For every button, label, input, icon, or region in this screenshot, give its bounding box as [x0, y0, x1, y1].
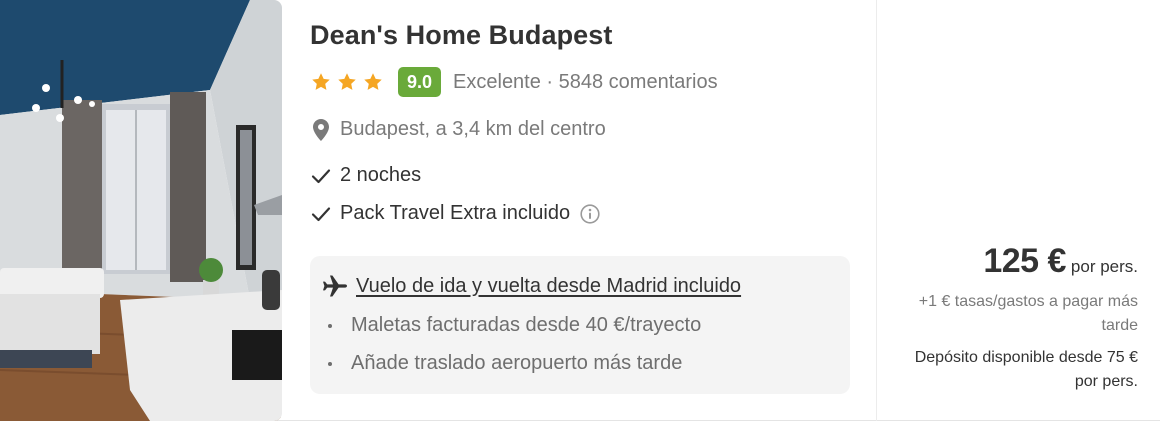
star-icon — [338, 73, 356, 90]
feature-label: 2 noches — [340, 164, 422, 186]
hotel-photo[interactable] — [0, 0, 282, 421]
bullet-dot — [328, 323, 332, 328]
hotel-info: Dean's Home Budapest 9.0 Excelente · 584… — [310, 0, 870, 421]
location-text: Budapest, a 3,4 km del centro — [340, 118, 606, 140]
check-icon — [310, 203, 332, 225]
map-pin-icon — [310, 118, 332, 141]
price-line: 125 € por pers. — [983, 242, 1138, 281]
flight-included-link[interactable]: Vuelo de ida y vuelta desde Madrid inclu… — [356, 275, 741, 298]
airplane-icon — [323, 275, 347, 297]
bullet-dot — [328, 361, 332, 366]
price-amount: 125 € — [983, 242, 1066, 280]
bullet-text: Maletas facturadas desde 40 €/trayecto — [351, 314, 702, 336]
rating-row: 9.0 Excelente · 5848 comentarios — [310, 66, 718, 98]
price-panel[interactable]: 125 € por pers. +1 € tasas/gastos a paga… — [876, 0, 1160, 421]
flight-box: Vuelo de ida y vuelta desde Madrid inclu… — [310, 256, 850, 394]
flight-bullet: Maletas facturadas desde 40 €/trayecto — [328, 314, 701, 337]
flight-main: Vuelo de ida y vuelta desde Madrid inclu… — [322, 274, 741, 298]
bullet-text: Añade traslado aeropuerto más tarde — [351, 352, 683, 374]
star-icon — [364, 73, 382, 90]
feature-nights: 2 noches — [310, 164, 421, 187]
star-rating — [310, 71, 384, 93]
hotel-name[interactable]: Dean's Home Budapest — [310, 20, 613, 51]
fees-note: +1 € tasas/gastos a pagar más tarde — [918, 293, 1138, 334]
location-row: Budapest, a 3,4 km del centro — [310, 118, 606, 141]
info-icon[interactable] — [580, 203, 600, 224]
rating-summary[interactable]: Excelente · 5848 comentarios — [453, 71, 718, 94]
score-badge: 9.0 — [398, 67, 442, 97]
price-per-person: por pers. — [1070, 257, 1138, 276]
check-icon — [310, 165, 332, 187]
feature-pack: Pack Travel Extra incluido — [310, 202, 600, 225]
flight-bullet: Añade traslado aeropuerto más tarde — [328, 352, 682, 375]
feature-label: Pack Travel Extra incluido — [340, 202, 571, 224]
star-icon — [312, 73, 330, 90]
hotel-card[interactable]: Dean's Home Budapest 9.0 Excelente · 584… — [0, 0, 1160, 421]
deposit-note: Depósito disponible desde 75 € por pers. — [914, 349, 1138, 390]
